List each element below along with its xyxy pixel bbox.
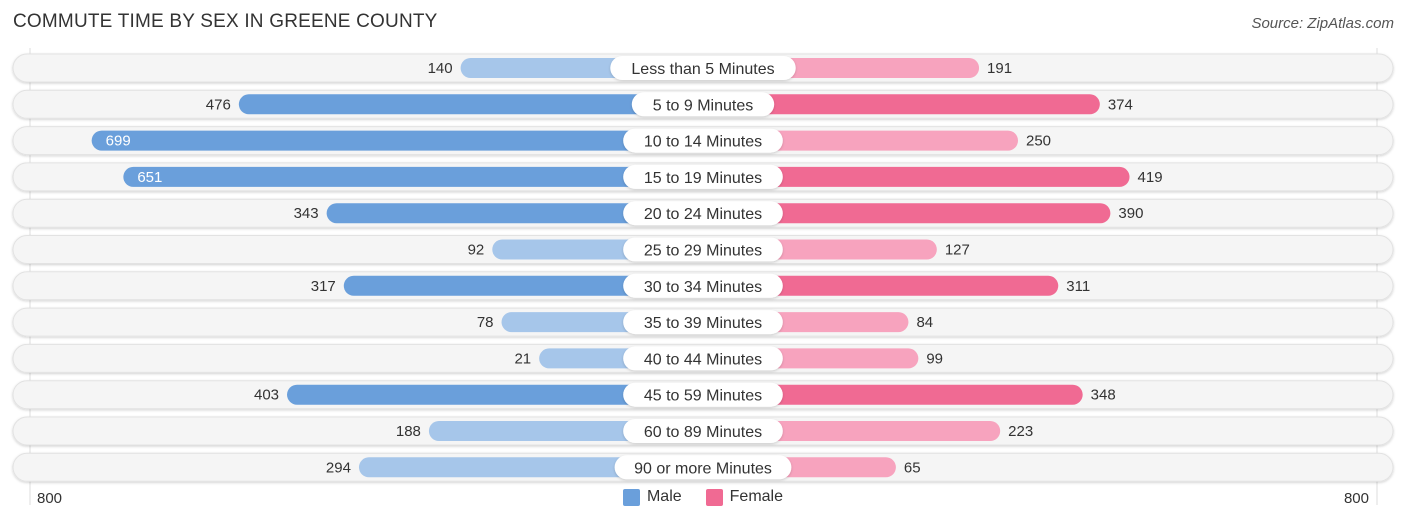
legend-swatch-female — [705, 488, 723, 506]
bar-male — [123, 166, 704, 187]
legend-label-male: Male — [646, 488, 682, 505]
value-label-male: 78 — [477, 314, 494, 331]
legend-item-male[interactable]: Male — [622, 488, 682, 506]
value-label-female: 127 — [945, 242, 970, 259]
category-label: 25 to 29 Minutes — [644, 243, 762, 260]
value-label-male: 651 — [137, 169, 162, 186]
value-label-female: 191 — [987, 60, 1012, 77]
category-label: 10 to 14 Minutes — [644, 134, 762, 151]
category-label: 35 to 39 Minutes — [644, 315, 762, 332]
value-label-female: 390 — [1118, 205, 1143, 222]
legend-item-female[interactable]: Female — [705, 488, 784, 506]
category-label: 90 or more Minutes — [634, 460, 772, 477]
value-label-female: 348 — [1091, 387, 1116, 404]
value-label-female: 311 — [1066, 278, 1090, 295]
value-label-female: 223 — [1008, 423, 1033, 440]
value-label-male: 188 — [396, 423, 421, 440]
value-label-male: 317 — [311, 278, 336, 295]
value-label-male: 294 — [326, 459, 351, 476]
value-label-female: 374 — [1108, 96, 1133, 113]
value-label-male: 21 — [514, 350, 531, 367]
category-label: 15 to 19 Minutes — [644, 170, 762, 187]
legend-label-female: Female — [729, 488, 784, 505]
bar-chart: 140 191 Less than 5 Minutes 476 374 5 to 9 Mi… — [12, 48, 1394, 505]
value-label-female: 250 — [1026, 133, 1051, 150]
value-label-male: 699 — [106, 133, 131, 150]
value-label-male: 403 — [254, 387, 279, 404]
category-label: 45 to 59 Minutes — [644, 388, 762, 405]
chart-container: COMMUTE TIME BY SEX IN GREENE COUNTY Sou… — [0, 0, 1406, 523]
bar-male — [91, 130, 703, 151]
value-label-female: 65 — [904, 459, 921, 476]
value-label-male: 140 — [428, 60, 453, 77]
category-label: 40 to 44 Minutes — [644, 351, 762, 368]
legend-swatch-male — [622, 488, 640, 506]
value-label-female: 84 — [916, 314, 933, 331]
category-label: 20 to 24 Minutes — [644, 206, 762, 223]
category-label: 5 to 9 Minutes — [653, 97, 754, 114]
value-label-male: 92 — [468, 242, 485, 259]
value-label-male: 476 — [206, 96, 231, 113]
legend: Male Female — [0, 488, 1406, 506]
category-label: 30 to 34 Minutes — [644, 279, 762, 296]
category-label: Less than 5 Minutes — [631, 61, 774, 78]
category-label: 60 to 89 Minutes — [644, 424, 762, 441]
value-label-female: 99 — [926, 350, 943, 367]
value-label-male: 343 — [294, 205, 319, 222]
value-label-female: 419 — [1138, 169, 1163, 186]
